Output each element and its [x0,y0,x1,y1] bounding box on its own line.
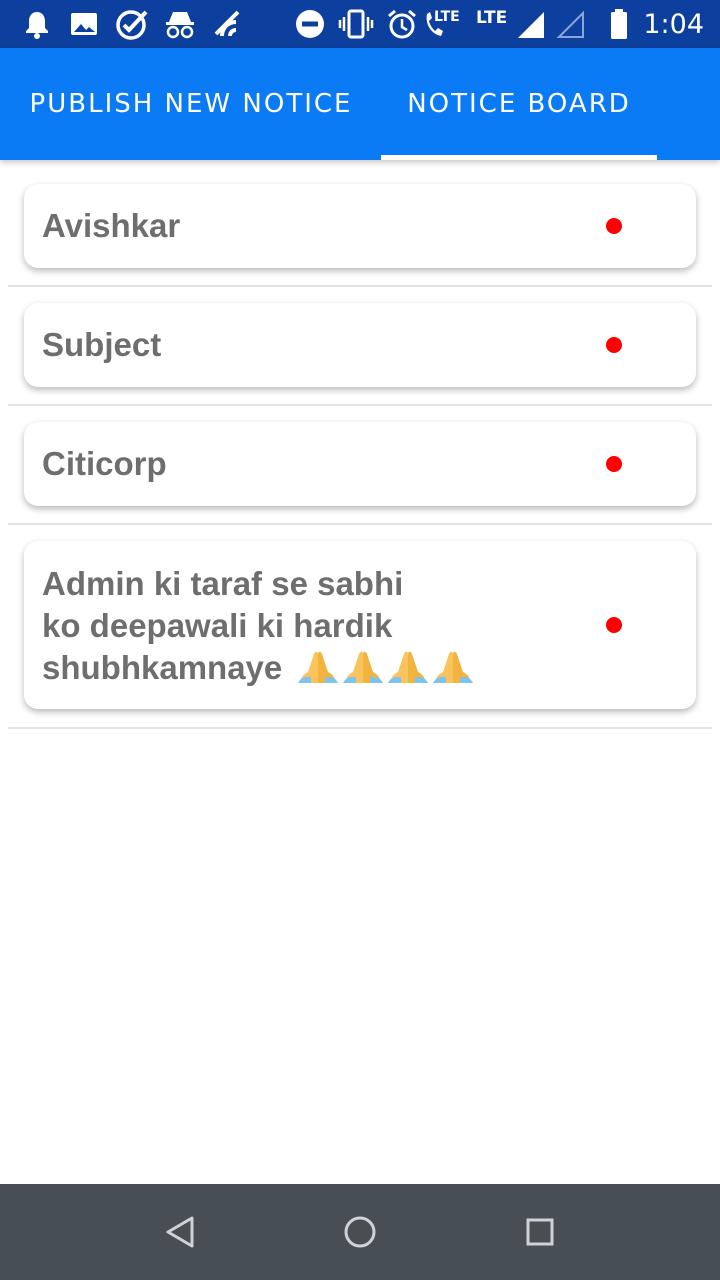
clock: 1:04 [643,9,704,40]
list-item: Avishkar [8,160,712,287]
lte-call-label: LTE [434,9,460,25]
lte-data-label: LTE [476,8,508,28]
vibrate-icon [338,8,374,40]
do-not-disturb-icon [294,8,326,40]
emoji-row [298,649,478,683]
tab-label: NOTICE BOARD [407,89,631,119]
battery-icon [608,8,630,40]
recents-icon [526,1218,554,1246]
home-button[interactable] [334,1206,386,1258]
folded-hands-icon [388,651,428,683]
notice-card[interactable]: Admin ki taraf se sabhi ko deepawali ki … [24,541,696,709]
notice-list: Avishkar Subject Citicorp Admin ki taraf… [0,160,720,729]
list-item: Admin ki taraf se sabhi ko deepawali ki … [8,525,712,729]
notice-card[interactable]: Citicorp [24,422,696,506]
app-bar: PUBLISH NEW NOTICE NOTICE BOARD [0,48,720,160]
signal-empty-icon [556,8,586,40]
unread-indicator [606,617,622,633]
unread-indicator [606,337,622,353]
incognito-icon [163,8,197,40]
notice-title: Avishkar [42,207,181,244]
notice-title: Citicorp [42,445,167,482]
folded-hands-icon [433,651,473,683]
image-icon [68,8,100,40]
list-item: Subject [8,287,712,406]
list-item: Citicorp [8,406,712,525]
notice-card[interactable]: Avishkar [24,184,696,268]
tab-label: PUBLISH NEW NOTICE [29,89,353,119]
tab-publish-new-notice[interactable]: PUBLISH NEW NOTICE [0,48,382,160]
notice-title: Subject [42,326,162,363]
back-icon [166,1216,194,1248]
home-icon [344,1216,376,1248]
folded-hands-icon [298,651,338,683]
alarm-icon [386,8,418,40]
tab-notice-board[interactable]: NOTICE BOARD [382,48,656,160]
unread-indicator [606,218,622,234]
check-circle-icon [114,8,150,40]
back-button[interactable] [154,1206,206,1258]
recents-button[interactable] [514,1206,566,1258]
signal-off-icon [212,8,246,40]
signal-full-icon [516,8,546,40]
notification-bell-icon [22,8,52,40]
status-bar: LTE LTE 1:04 [0,0,720,48]
folded-hands-icon [343,651,383,683]
navigation-bar [0,1184,720,1280]
unread-indicator [606,456,622,472]
notice-card[interactable]: Subject [24,303,696,387]
